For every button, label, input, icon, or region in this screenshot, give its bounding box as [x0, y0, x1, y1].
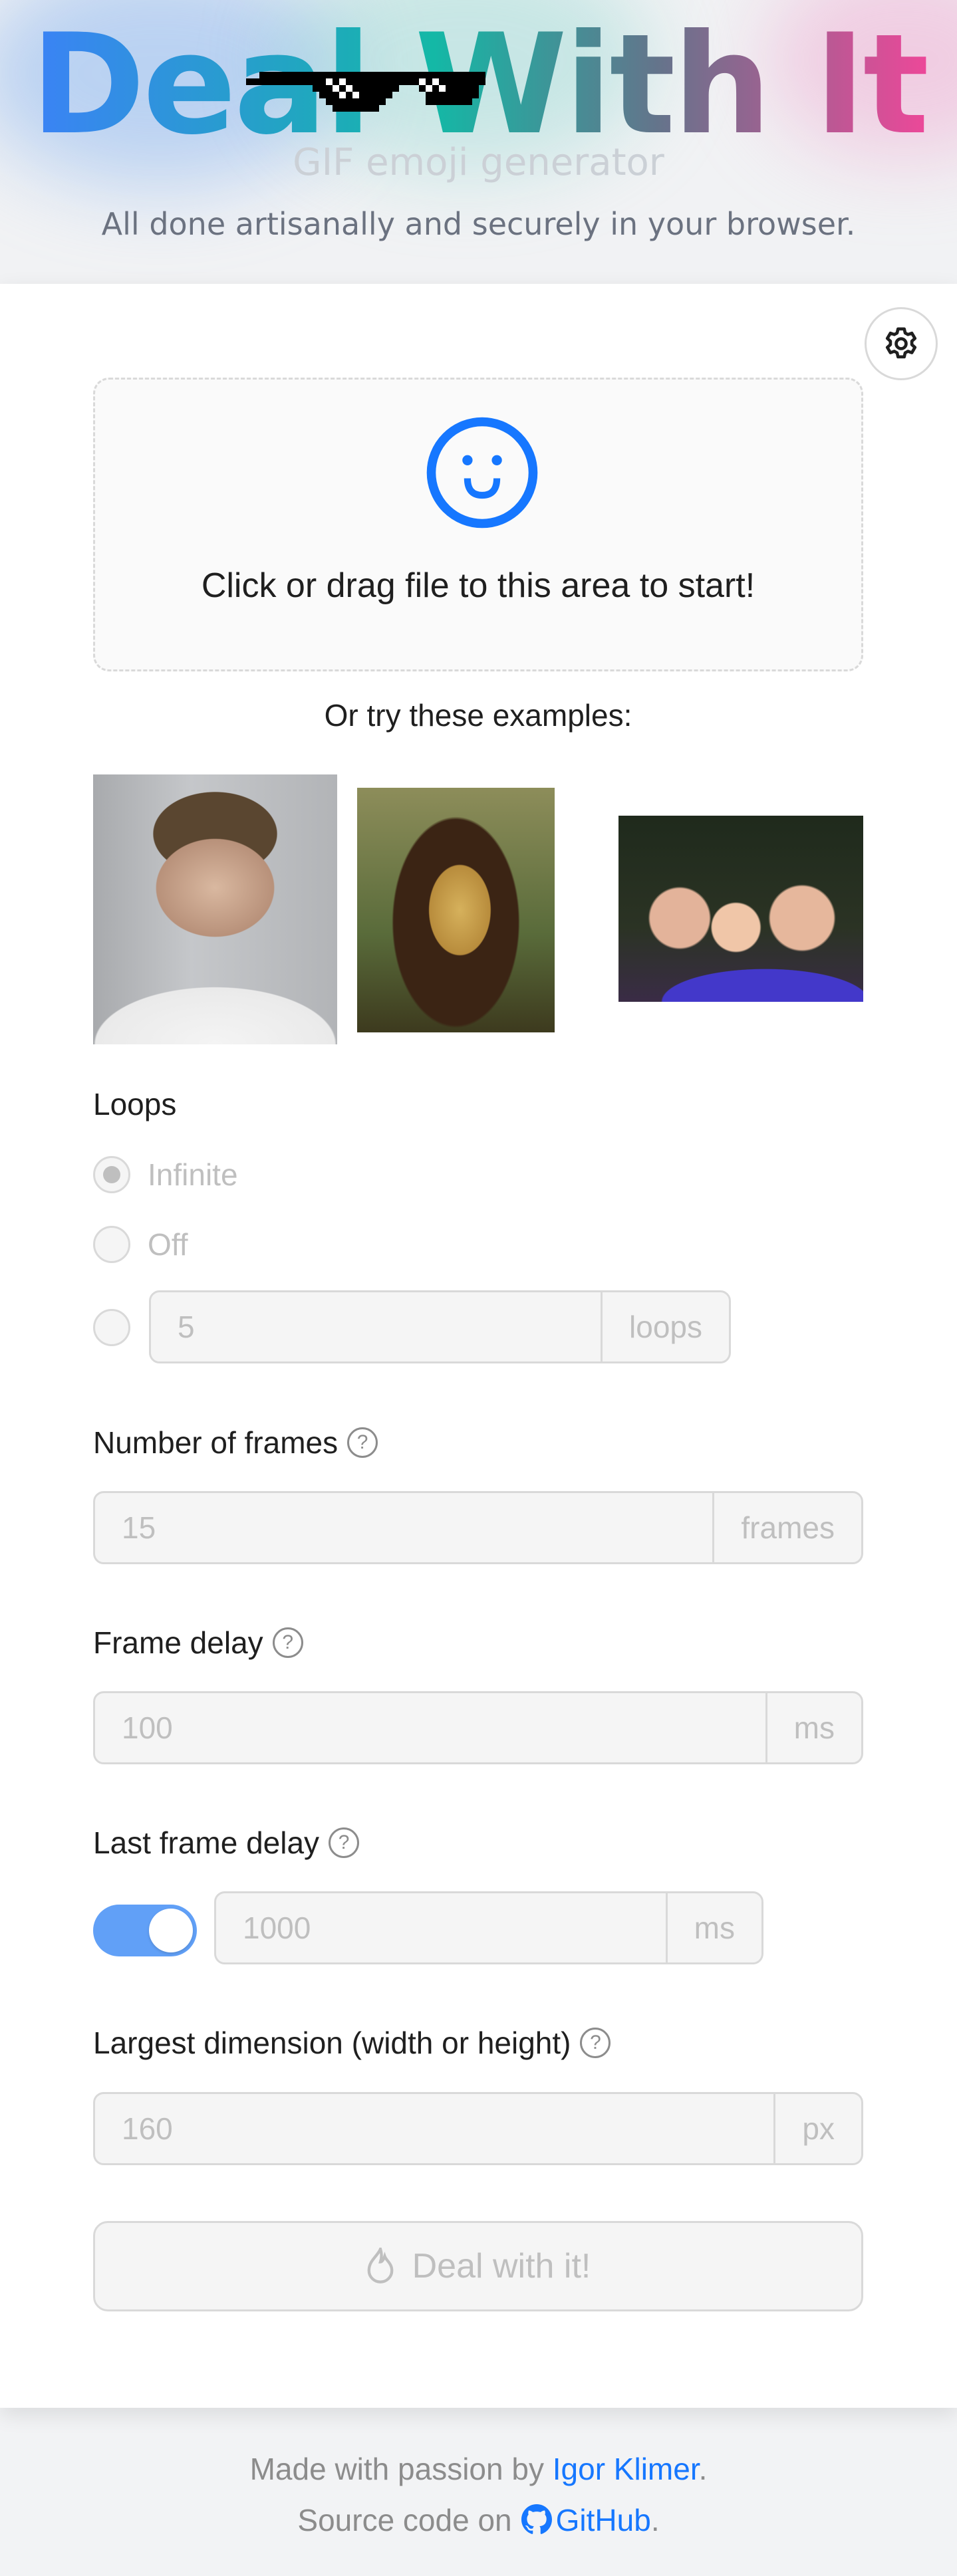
- credits-line: Made with passion by Igor Klimer.: [0, 2451, 957, 2487]
- header: Deal With It GIF emoji generator All don…: [0, 0, 957, 284]
- example-image-man[interactable]: [93, 774, 337, 1044]
- credits-prefix: Made with passion by: [249, 2452, 553, 2486]
- frame-delay-label: Frame delay ?: [93, 1625, 303, 1661]
- dimension-input[interactable]: [95, 2094, 774, 2163]
- dimension-label-text: Largest dimension (width or height): [93, 2026, 571, 2060]
- footer: Made with passion by Igor Klimer. Source…: [0, 2408, 957, 2576]
- frames-input[interactable]: [95, 1493, 713, 1562]
- examples-label: Or try these examples:: [324, 698, 632, 733]
- gear-icon: [885, 327, 917, 359]
- github-link-text: GitHub: [555, 2503, 651, 2537]
- radio-button[interactable]: [93, 1309, 130, 1346]
- main-card: Click or drag file to this area to start…: [0, 284, 957, 2408]
- last-frame-delay-field: ms: [214, 1891, 763, 1964]
- help-icon[interactable]: ?: [580, 2028, 611, 2058]
- loops-suffix: loops: [601, 1292, 729, 1361]
- source-suffix: .: [650, 2503, 660, 2537]
- frames-label-text: Number of frames: [93, 1425, 339, 1460]
- loops-count-field: loops: [149, 1290, 731, 1363]
- author-link[interactable]: Igor Klimer: [553, 2452, 699, 2486]
- last-frame-delay-label-text: Last frame delay: [93, 1825, 320, 1860]
- frames-field: frames: [93, 1491, 863, 1564]
- dimension-field: px: [93, 2092, 863, 2165]
- frames-label: Number of frames ?: [93, 1425, 378, 1461]
- smile-icon: [426, 417, 538, 528]
- github-link[interactable]: GitHub: [512, 2503, 651, 2537]
- toggle-knob: [149, 1909, 193, 1952]
- settings-button[interactable]: [865, 307, 938, 380]
- radio-label: Infinite: [148, 1157, 238, 1192]
- dimension-suffix: px: [773, 2094, 861, 2163]
- radio-off[interactable]: Off: [93, 1226, 188, 1263]
- last-frame-delay-toggle[interactable]: [93, 1905, 197, 1956]
- app-subtitle: GIF emoji generator: [293, 141, 664, 184]
- frames-suffix: frames: [712, 1493, 861, 1562]
- radio-infinite[interactable]: Infinite: [93, 1156, 238, 1193]
- frame-delay-label-text: Frame delay: [93, 1625, 263, 1660]
- help-icon[interactable]: ?: [329, 1827, 360, 1858]
- radio-custom-loops[interactable]: [93, 1309, 130, 1346]
- radio-label: Off: [148, 1227, 188, 1262]
- pixel-sunglasses-icon: [246, 72, 485, 112]
- fire-icon: [367, 2248, 393, 2283]
- deal-with-it-button[interactable]: Deal with it!: [93, 2221, 863, 2311]
- radio-button[interactable]: [93, 1226, 130, 1263]
- dropzone-text: Click or drag file to this area to start…: [201, 566, 755, 605]
- credits-suffix: .: [698, 2452, 708, 2486]
- loops-label-text: Loops: [93, 1087, 177, 1121]
- file-dropzone[interactable]: Click or drag file to this area to start…: [93, 378, 863, 671]
- github-icon: [521, 2504, 552, 2534]
- radio-button[interactable]: [93, 1156, 130, 1193]
- frame-delay-input[interactable]: [95, 1693, 765, 1762]
- tagline: All done artisanally and securely in you…: [101, 206, 856, 242]
- dimension-label: Largest dimension (width or height) ?: [93, 2025, 611, 2061]
- deal-with-it-label: Deal with it!: [412, 2247, 591, 2285]
- help-icon[interactable]: ?: [272, 1627, 303, 1658]
- last-frame-delay-input[interactable]: [216, 1893, 666, 1962]
- loops-count-input[interactable]: [151, 1292, 601, 1361]
- loops-label: Loops: [93, 1086, 176, 1122]
- frame-delay-field: ms: [93, 1691, 863, 1764]
- help-icon[interactable]: ?: [347, 1427, 378, 1458]
- example-image-mona-lisa[interactable]: [357, 788, 555, 1032]
- frame-delay-suffix: ms: [765, 1693, 861, 1762]
- example-image-friends[interactable]: [618, 816, 863, 1002]
- source-line: Source code on GitHub.: [0, 2502, 957, 2538]
- last-frame-delay-label: Last frame delay ?: [93, 1825, 360, 1861]
- source-prefix: Source code on: [297, 2503, 512, 2537]
- last-frame-delay-suffix: ms: [665, 1893, 761, 1962]
